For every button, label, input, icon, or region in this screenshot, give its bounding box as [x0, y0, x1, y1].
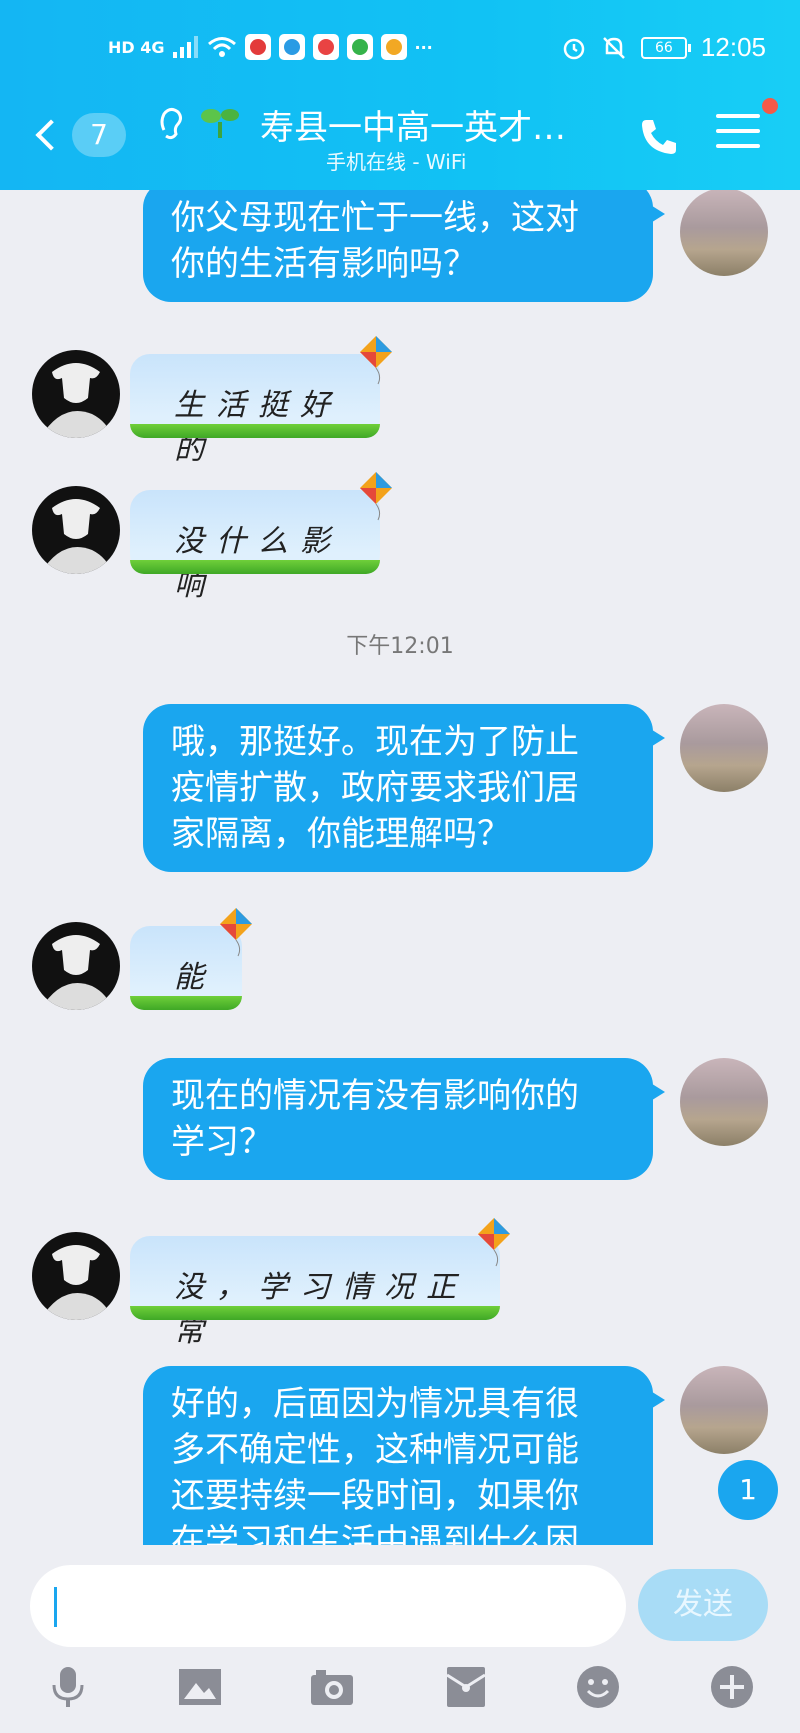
avatar[interactable]: [32, 350, 120, 438]
bubble-decoration: [130, 1306, 500, 1320]
message-bubble[interactable]: 现在的情况有没有影响你的 学习？: [143, 1058, 665, 1180]
sprout-icon: [201, 109, 239, 138]
status-left-indicators: HD 4G ···: [108, 34, 433, 60]
back-button[interactable]: 7: [32, 108, 132, 162]
kite-icon: [360, 336, 392, 385]
avatar[interactable]: [680, 190, 768, 276]
message-timestamp: 下午12:01: [346, 634, 454, 659]
menu-icon[interactable]: [716, 114, 760, 154]
message-incoming: 生活挺好的: [0, 336, 800, 467]
text-cursor: [54, 1587, 57, 1627]
network-indicator: HD 4G: [108, 37, 165, 57]
status-right-indicators: 66 12:05: [561, 32, 766, 63]
bubble-decoration: [130, 996, 242, 1010]
avatar-portrait-icon: [40, 1245, 112, 1320]
emoji-icon[interactable]: [574, 1663, 622, 1711]
send-button[interactable]: 发送: [638, 1569, 768, 1641]
unread-count-badge: 7: [72, 113, 126, 157]
mute-bell-icon: [603, 36, 625, 59]
signal-icon: [172, 36, 198, 58]
message-line: 家隔离，你能理解吗？: [171, 814, 511, 854]
battery-indicator: 66: [640, 36, 691, 59]
avatar[interactable]: [32, 922, 120, 1010]
alarm-icon: [563, 38, 585, 59]
avatar[interactable]: [32, 1232, 120, 1320]
message-line: 好的，后面因为情况具有很: [171, 1384, 579, 1424]
bubble-decoration: [130, 424, 380, 438]
message-line: 你的生活有影响吗？: [171, 244, 477, 284]
message-outgoing: 好的，后面因为情况具有很 多不确定性，这种情况可能 还要持续一段时间，如果你 在…: [0, 1366, 800, 1545]
avatar[interactable]: [32, 486, 120, 574]
chevron-left-icon: [35, 119, 67, 151]
message-line: 你父母现在忙于一线，这对: [171, 198, 579, 238]
message-bubble[interactable]: 好的，后面因为情况具有很 多不确定性，这种情况可能 还要持续一段时间，如果你 在…: [143, 1366, 665, 1545]
message-list[interactable]: 你父母现在忙于一线，这对 你的生活有影响吗？ 生活挺好的 没什么影响 下午12:…: [0, 190, 800, 1545]
message-incoming: 没什么影响: [0, 472, 800, 603]
chat-title[interactable]: 寿县一中高一英才…: [260, 100, 566, 149]
mic-icon[interactable]: [44, 1663, 92, 1711]
message-bubble[interactable]: 没，学习情况正常: [130, 1236, 500, 1349]
avatar[interactable]: [680, 704, 768, 792]
message-bubble[interactable]: 没什么影响: [130, 490, 380, 603]
kite-icon: [360, 472, 392, 521]
bubble-decoration: [130, 560, 380, 574]
app-notification-icon: [312, 34, 339, 60]
avatar-portrait-icon: [40, 363, 112, 438]
notification-dot: [762, 98, 778, 114]
input-bar: 发送: [0, 1545, 800, 1733]
kite-icon: [220, 908, 252, 957]
message-incoming: 没，学习情况正常: [0, 1218, 800, 1349]
avatar-portrait-icon: [40, 935, 112, 1010]
chat-header: HD 4G ··· 66 12:05 7 寿县一中高一英才… 手机在线 - Wi…: [0, 0, 800, 190]
avatar-portrait-icon: [40, 499, 112, 574]
avatar[interactable]: [680, 1366, 768, 1454]
message-outgoing: 你父母现在忙于一线，这对 你的生活有影响吗？: [0, 190, 800, 310]
message-bubble[interactable]: 生活挺好的: [130, 354, 380, 467]
new-message-badge[interactable]: 1: [718, 1460, 778, 1520]
app-notification-icon: [380, 34, 407, 60]
camera-icon[interactable]: [308, 1663, 356, 1711]
red-packet-icon[interactable]: [442, 1663, 490, 1711]
status-time: 12:05: [700, 32, 766, 62]
app-notification-icon: [346, 34, 373, 60]
app-notification-icon: [244, 34, 271, 60]
message-line: 现在的情况有没有影响你的: [171, 1076, 579, 1116]
chat-status-subtitle: 手机在线 - WiFi: [326, 150, 467, 174]
message-outgoing: 哦，那挺好。现在为了防止 疫情扩散，政府要求我们居 家隔离，你能理解吗？: [0, 704, 800, 884]
image-icon[interactable]: [176, 1663, 224, 1711]
message-bubble[interactable]: 你父母现在忙于一线，这对 你的生活有影响吗？: [143, 190, 665, 302]
message-line: 哦，那挺好。现在为了防止: [171, 722, 579, 762]
message-line: 学习？: [171, 1122, 273, 1162]
message-line: 疫情扩散，政府要求我们居: [171, 768, 579, 808]
plus-icon[interactable]: [708, 1663, 756, 1711]
avatar[interactable]: [680, 1058, 768, 1146]
ear-icon: [160, 107, 182, 140]
app-notification-icon: [278, 34, 305, 60]
message-line: 多不确定性，这种情况可能: [171, 1430, 579, 1470]
more-notifications-icon: ···: [414, 37, 433, 57]
phone-icon[interactable]: [636, 114, 682, 160]
message-bubble[interactable]: 哦，那挺好。现在为了防止 疫情扩散，政府要求我们居 家隔离，你能理解吗？: [143, 704, 665, 872]
status-bar: HD 4G ··· 66 12:05: [0, 30, 800, 70]
message-line: 还要持续一段时间，如果你: [171, 1476, 579, 1516]
message-outgoing: 现在的情况有没有影响你的 学习？: [0, 1058, 800, 1188]
message-input[interactable]: [30, 1565, 626, 1647]
message-incoming: 能: [0, 908, 800, 1022]
message-line: 在学习和生活中遇到什么困: [171, 1522, 579, 1545]
message-text: 能: [174, 960, 216, 995]
wifi-icon: [207, 37, 236, 57]
kite-icon: [478, 1218, 510, 1267]
